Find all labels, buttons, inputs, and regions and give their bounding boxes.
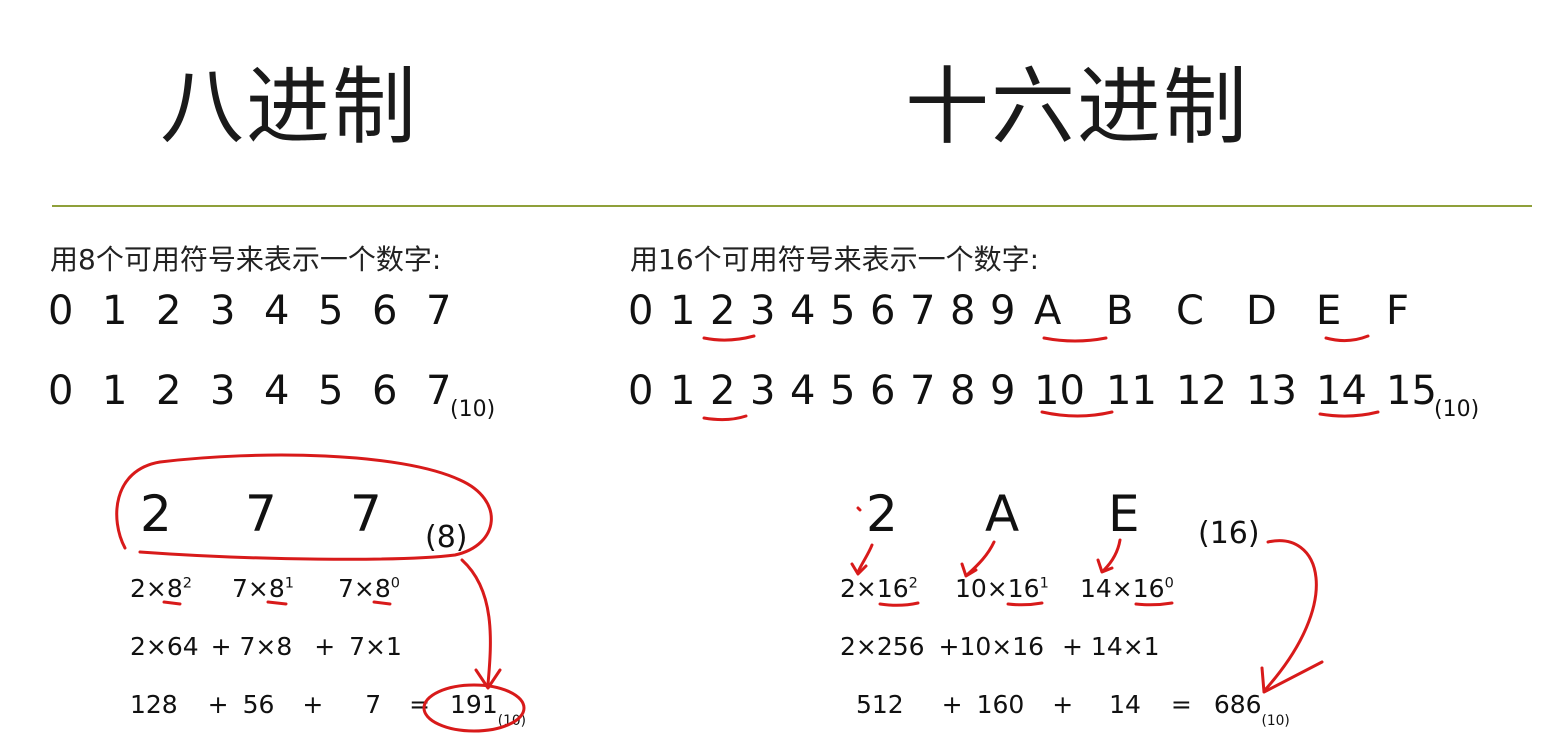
octal-example-digit: 7 [350,485,382,543]
octal-sum-line: 128 + 56 + 7 = 191(10) [130,690,526,729]
hex-decimal: 6 [870,368,896,414]
hex-decimal: 2 [710,368,736,414]
octal-decimal: 2 [156,368,182,414]
hex-symbol: A [1034,288,1062,334]
hex-symbol: C [1176,288,1204,334]
octal-symbol: 6 [372,288,398,334]
hex-symbol-row: 0123456789ABCDEF [628,288,1426,334]
divider-line [52,205,1532,207]
hex-decimal: 1 [670,368,696,414]
hex-decimal: 0 [628,368,654,414]
hex-expanded-line: 2×256 +10×16 + 14×1 [840,632,1160,661]
hex-decimal: 3 [750,368,776,414]
hex-symbol: 6 [870,288,896,334]
hex-decimal: 4 [790,368,816,414]
hex-example-base: (16) [1198,516,1260,551]
octal-decimal-row: 0 1 2 3 4 5 6 7(10) [48,368,495,422]
hex-symbol: 0 [628,288,654,334]
octal-example-base: (8) [425,520,468,555]
hex-symbol: 7 [910,288,936,334]
hex-term: 10×161 [955,574,1049,603]
octal-decimal-base: (10) [450,397,496,422]
hex-title: 十六进制 [905,58,1250,156]
hex-symbol: F [1386,288,1410,334]
underline-mark [1324,334,1370,343]
octal-term: 2×82 [130,574,192,603]
octal-symbol: 2 [156,288,182,334]
hex-example-digit: A [985,485,1020,543]
hex-symbol: 9 [990,288,1016,334]
octal-title: 八进制 [160,58,419,156]
arrow-mark [460,558,492,686]
octal-symbol: 3 [210,288,236,334]
arrow-mark [1102,538,1122,572]
hex-symbol: 2 [710,288,736,334]
octal-decimal: 5 [318,368,344,414]
arrow-mark [1260,660,1324,694]
octal-decimal: 7 [426,368,452,414]
octal-term: 7×81 [232,574,294,603]
hex-subtitle: 用16个可用符号来表示一个数字: [630,243,1040,276]
octal-subtitle: 用8个可用符号来表示一个数字: [50,243,442,276]
underline-mark [1006,601,1044,607]
hex-decimal: 12 [1176,368,1227,414]
hex-symbol: 8 [950,288,976,334]
hex-symbol: E [1316,288,1342,334]
octal-decimal: 3 [210,368,236,414]
octal-symbol: 4 [264,288,290,334]
hex-decimal: 15 [1386,368,1437,414]
hex-decimal: 9 [990,368,1016,414]
hex-symbol: 5 [830,288,856,334]
hex-example-digit: 2 [866,485,898,543]
hex-symbol: 1 [670,288,696,334]
octal-symbol: 1 [102,288,128,334]
octal-decimal: 6 [372,368,398,414]
octal-example-digit: 7 [245,485,277,543]
octal-decimal: 1 [102,368,128,414]
octal-symbol-row: 01234567 [48,288,466,334]
octal-example-digit: 2 [140,485,172,543]
arrow-mark [1263,539,1318,692]
hex-result: 686 [1213,690,1262,719]
underline-mark [1042,336,1108,343]
underline-mark [702,334,756,342]
octal-symbol: 5 [318,288,344,334]
arrow-mark [474,668,502,690]
octal-term: 7×80 [338,574,400,603]
octal-symbol: 7 [426,288,452,334]
arrow-mark [1096,558,1114,574]
hex-decimal: 10 [1034,368,1085,414]
hex-decimal: 7 [910,368,936,414]
octal-decimal: 0 [48,368,74,414]
octal-expanded-line: 2×64 + 7×8 + 7×1 [130,632,402,661]
arrow-mark [856,543,874,574]
octal-decimal: 4 [264,368,290,414]
hex-decimal-row: 0 1 2 3 4 5 6 7 8 9 10 11 12 13 14 15(10) [628,368,1479,422]
hex-decimal: 11 [1106,368,1157,414]
hex-term: 14×160 [1080,574,1174,603]
hex-decimal: 8 [950,368,976,414]
hex-symbol: B [1106,288,1134,334]
hex-decimal: 13 [1246,368,1297,414]
hex-decimal: 5 [830,368,856,414]
hex-decimal: 14 [1316,368,1367,414]
hex-symbol: 3 [750,288,776,334]
arrow-mark [850,562,868,576]
underline-mark [878,601,920,607]
hex-symbol: 4 [790,288,816,334]
dot-mark [856,506,862,512]
hex-sum-line: 512 + 160 + 14 = 686(10) [856,690,1290,729]
underline-mark [1134,601,1174,607]
octal-result: 191 [450,690,498,719]
octal-symbol: 0 [48,288,74,334]
hex-example-digit: E [1108,485,1140,543]
hex-term: 2×162 [840,574,918,603]
arrow-mark [966,540,996,576]
hex-symbol: D [1246,288,1277,334]
hex-decimal-base: (10) [1434,397,1480,422]
